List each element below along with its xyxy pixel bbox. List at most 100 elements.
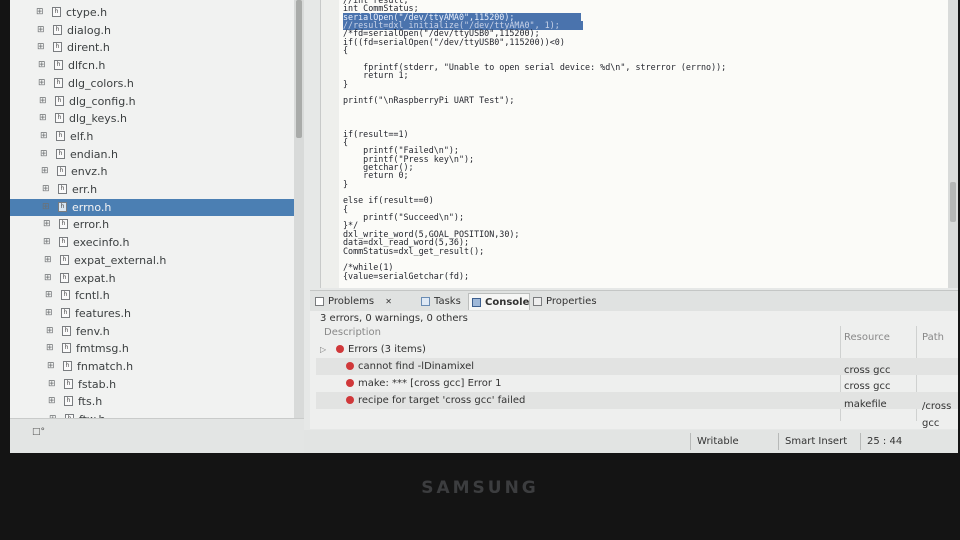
tree-file-item[interactable]: ⊞ h expat_external.h (10, 252, 294, 269)
expand-icon[interactable]: ⊞ (48, 393, 56, 410)
problems-panel: Problems ✕ Tasks Console Properties 3 er… (310, 290, 958, 429)
code-line[interactable]: else if(result==0) (343, 196, 434, 205)
header-file-icon: h (60, 254, 69, 265)
expand-icon[interactable]: ⊞ (47, 358, 55, 375)
tree-file-item[interactable]: ⊞ h error.h (10, 216, 294, 233)
tree-file-item[interactable]: ⊞ h envz.h (10, 163, 294, 180)
scrollbar-thumb[interactable] (296, 0, 302, 138)
expand-icon[interactable]: ⊞ (44, 252, 52, 269)
tree-file-item[interactable]: ⊞ h expat.h (10, 270, 294, 287)
tree-file-item[interactable]: ⊞ h fenv.h (10, 323, 294, 340)
tree-file-item[interactable]: ⊞ h execinfo.h (10, 234, 294, 251)
header-file-icon: h (55, 95, 64, 106)
expand-icon[interactable]: ⊞ (42, 181, 50, 198)
error-icon (346, 362, 354, 370)
code-line[interactable]: { (343, 46, 348, 55)
header-file-icon: h (52, 7, 61, 17)
code-line[interactable]: printf("\nRaspberryPi UART Test"); (343, 96, 514, 105)
error-group-row[interactable]: ▷ Errors (3 items) (316, 341, 958, 358)
expand-icon[interactable]: ⊞ (43, 234, 51, 251)
problems-summary: 3 errors, 0 warnings, 0 others (320, 313, 468, 324)
file-name: features.h (75, 306, 131, 320)
file-name: errno.h (72, 200, 112, 214)
tree-file-item[interactable]: ⊞ h elf.h (10, 128, 294, 145)
tree-file-item[interactable]: ⊞ h endian.h (10, 146, 294, 163)
editor-ruler (321, 0, 339, 288)
file-name: err.h (72, 183, 98, 196)
error-row[interactable]: recipe for target 'cross gcc' failed mak… (316, 392, 958, 429)
error-row[interactable]: make: *** [cross gcc] Error 1 cross gcc (316, 375, 958, 392)
code-editor[interactable]: //int result; int CommStatus; serialOpen("… (320, 0, 949, 288)
scrollbar-thumb[interactable] (950, 182, 956, 222)
expand-icon[interactable]: ⊞ (39, 110, 47, 127)
expand-icon[interactable]: ⊞ (44, 270, 52, 287)
file-name: expat_external.h (74, 253, 167, 267)
tree-file-item[interactable]: ⊞ h fts.h (10, 393, 294, 410)
column-description[interactable]: Description (324, 327, 381, 338)
file-tree-scrollbar[interactable] (294, 0, 304, 418)
code-line[interactable]: {value=serialGetchar(fd); (343, 271, 469, 281)
expand-icon[interactable]: ⊞ (37, 22, 45, 39)
expand-icon[interactable]: ⊞ (36, 4, 44, 21)
expand-icon[interactable]: ⊞ (43, 216, 51, 233)
file-name: dlg_colors.h (68, 76, 134, 90)
tab-problems[interactable]: Problems ✕ (312, 293, 418, 310)
expand-icon[interactable]: ⊞ (46, 323, 54, 340)
editor-scrollbar[interactable] (948, 0, 958, 288)
expand-icon[interactable]: ⊞ (40, 146, 48, 163)
tree-file-item[interactable]: ⊞ h fstab.h (10, 376, 294, 393)
code-line[interactable]: } (343, 179, 348, 189)
expand-icon[interactable]: ⊞ (38, 75, 46, 92)
tree-file-item[interactable]: ⊞hftw.h (10, 411, 294, 418)
header-file-icon: h (57, 166, 66, 177)
tree-file-item[interactable]: ⊞ h dlfcn.h (10, 57, 294, 74)
expand-icon[interactable]: ⊞ (37, 39, 45, 56)
code-line[interactable]: return 1; (343, 71, 408, 80)
file-name: expat.h (74, 271, 116, 285)
expand-icon[interactable]: ⊞ (42, 199, 50, 216)
tree-file-item[interactable]: ⊞ h ctype.h (10, 4, 294, 21)
file-name: ctype.h (66, 6, 108, 19)
tree-file-item[interactable]: ⊞ h fnmatch.h (10, 358, 294, 375)
tree-file-item[interactable]: ⊞ h fcntl.h (10, 287, 294, 304)
tree-file-item[interactable]: ⊞ h features.h (10, 305, 294, 322)
expand-icon[interactable]: ⊞ (45, 287, 53, 304)
header-file-icon: h (60, 272, 69, 283)
tab-properties[interactable]: Properties (530, 293, 602, 310)
expand-icon[interactable]: ⊞ (48, 376, 56, 393)
close-icon[interactable]: ✕ (385, 297, 392, 306)
error-row[interactable]: cannot find -lDinamixel cross gcc (316, 358, 958, 376)
tree-file-item[interactable]: ⊞ h dlg_config.h (10, 93, 294, 110)
tree-file-item[interactable]: ⊞ h errno.h (10, 198, 294, 216)
code-line[interactable]: if(result==1) (343, 129, 409, 139)
expand-icon[interactable]: ⊞ (46, 340, 54, 357)
monitor-brand-logo: SAMSUNG (421, 478, 539, 498)
expand-toggle-icon[interactable]: ▷ (320, 341, 326, 358)
file-name: dialog.h (67, 23, 112, 37)
error-description: cannot find -lDinamixel (358, 361, 475, 372)
expand-icon[interactable]: ⊞ (41, 163, 49, 180)
expand-icon[interactable]: ⊞ (49, 411, 57, 418)
code-line[interactable]: if((fd=serialOpen("/dev/ttyUSB0",115200)… (343, 37, 565, 47)
expand-icon[interactable]: ⊞ (38, 57, 46, 74)
file-name: fcntl.h (75, 289, 110, 303)
tree-file-item[interactable]: ⊞ h dirent.h (10, 39, 294, 56)
expand-icon[interactable]: ⊞ (45, 305, 53, 322)
properties-icon (533, 297, 542, 306)
tree-file-item[interactable]: ⊞ h fmtmsg.h (10, 340, 294, 357)
expand-icon[interactable]: ⊞ (40, 128, 48, 145)
tasks-icon (421, 297, 430, 306)
tab-console[interactable]: Console (468, 293, 530, 310)
code-line[interactable]: CommStatus=dxl_get_result(); (343, 246, 484, 256)
code-line[interactable]: return 0; (343, 171, 408, 180)
header-file-icon: h (61, 307, 70, 318)
tab-tasks[interactable]: Tasks (418, 293, 468, 310)
tab-label: Tasks (434, 296, 461, 307)
tree-file-item[interactable]: ⊞ h dlg_keys.h (10, 110, 294, 127)
expand-icon[interactable]: ⊞ (39, 93, 47, 110)
code-line[interactable]: } (343, 79, 348, 89)
tree-file-item[interactable]: ⊞ h dlg_colors.h (10, 75, 294, 92)
tree-file-item[interactable]: ⊞ h dialog.h (10, 22, 294, 39)
tree-file-item[interactable]: ⊞ h err.h (10, 181, 294, 198)
code-line[interactable]: printf("Succeed\n"); (343, 213, 464, 222)
